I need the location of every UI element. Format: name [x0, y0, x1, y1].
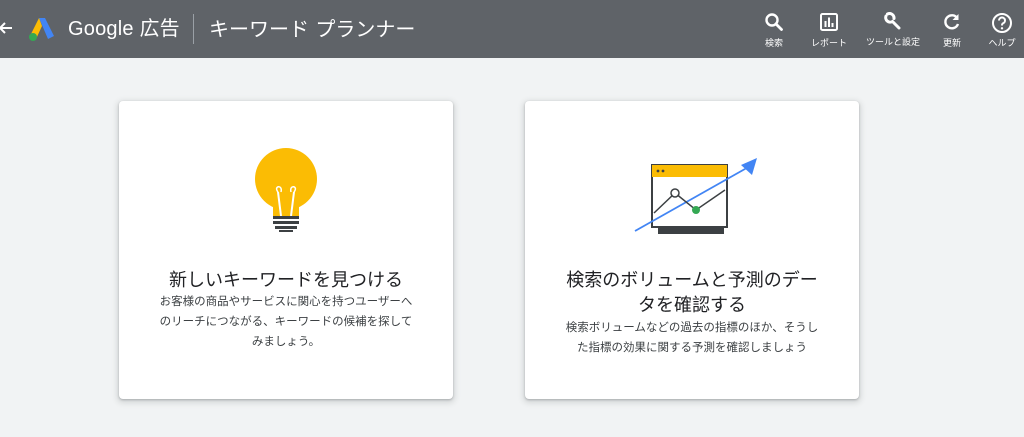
- help-button[interactable]: ヘルプ: [972, 10, 1024, 58]
- card-description-line: た指標の効果に関する予測を確認しましょう: [577, 340, 807, 354]
- reports-icon: [820, 13, 838, 31]
- top-app-bar: Google 広告 キーワード プランナー 検索 レポート ツールと設定 更新: [0, 0, 1024, 58]
- help-label: ヘルプ: [988, 39, 1016, 49]
- search-button[interactable]: 検索: [744, 10, 804, 58]
- forecast-chart-icon: [634, 158, 757, 234]
- card-description-line: のリーチにつながる、キーワードの候補を探して: [159, 314, 413, 328]
- google-ads-logo-icon: [29, 18, 54, 41]
- wrench-icon: [884, 12, 901, 30]
- refresh-icon: [944, 14, 960, 30]
- help-icon: [992, 13, 1012, 33]
- back-arrow-icon[interactable]: [0, 16, 16, 40]
- volume-forecast-card[interactable]: 検索のボリュームと予測のデー タを確認する 検索ボリュームなどの過去の指標のほか…: [525, 101, 859, 399]
- card-title-line: タを確認する: [638, 295, 746, 316]
- search-icon: [765, 13, 783, 31]
- page-title: キーワード プランナー: [209, 17, 416, 41]
- discover-keywords-card[interactable]: 新しいキーワードを見つける お客様の商品やサービスに関心を持つユーザーへ のリー…: [119, 101, 453, 399]
- card-description-line: みましょう。: [251, 334, 321, 348]
- card-description-line: 検索ボリュームなどの過去の指標のほか、そうし: [565, 320, 819, 334]
- reports-button[interactable]: レポート: [799, 10, 859, 58]
- card-title: 新しいキーワードを見つける: [169, 270, 403, 291]
- lightbulb-icon: [255, 148, 317, 232]
- card-description-line: お客様の商品やサービスに関心を持つユーザーへ: [159, 294, 413, 308]
- reports-label: レポート: [810, 39, 847, 49]
- search-label: 検索: [764, 39, 783, 49]
- card-title-line: 検索のボリュームと予測のデー: [566, 270, 818, 291]
- brand-name[interactable]: Google 広告: [68, 16, 180, 42]
- tools-settings-button[interactable]: ツールと設定: [863, 10, 923, 58]
- tools-settings-label: ツールと設定: [865, 38, 920, 48]
- header-divider: [193, 14, 194, 44]
